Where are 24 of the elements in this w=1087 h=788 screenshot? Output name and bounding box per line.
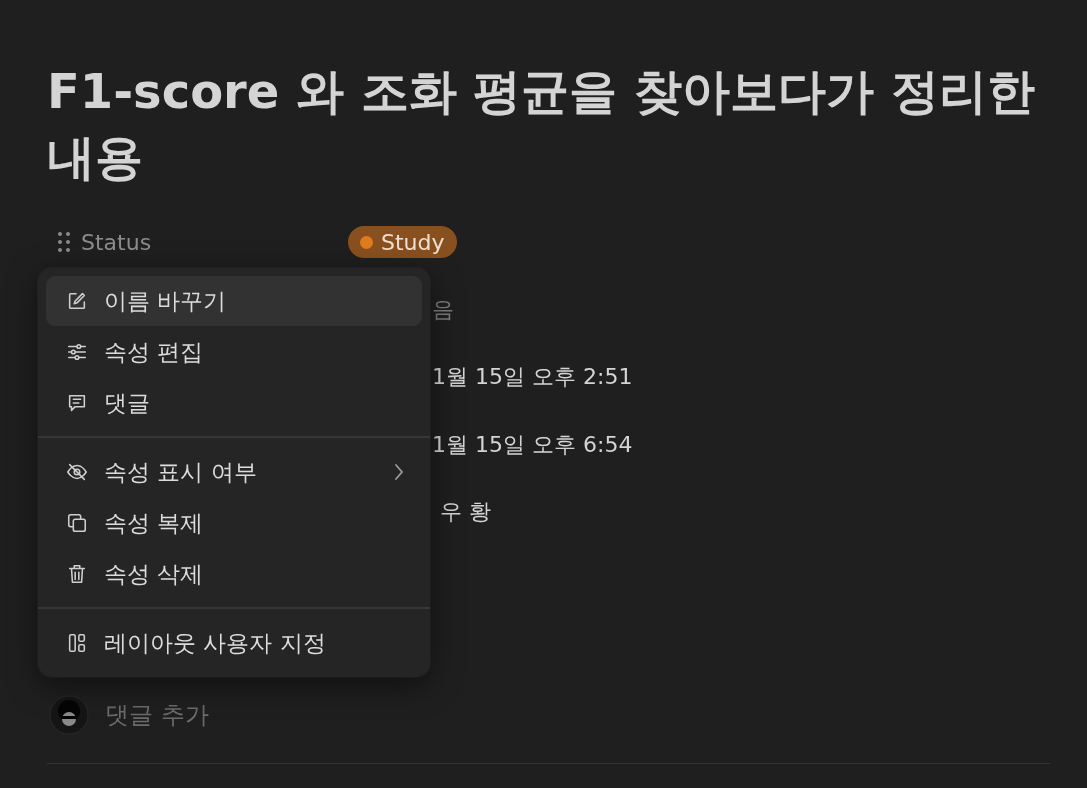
menu-item[interactable]: 속성 복제 (46, 498, 422, 548)
menu-item[interactable]: 속성 표시 여부 (46, 447, 422, 497)
eye-slash-icon (66, 461, 88, 483)
property-value[interactable]: 1월 15일 오후 6:54 (432, 429, 633, 460)
menu-item[interactable]: 속성 편집 (46, 327, 422, 377)
comment-icon (66, 392, 88, 414)
layout-icon (66, 632, 88, 654)
chevron-right-icon (393, 462, 405, 482)
menu-item[interactable]: 댓글 (46, 378, 422, 428)
edit-icon (66, 290, 88, 312)
trash-icon (66, 563, 88, 585)
duplicate-icon (66, 512, 88, 534)
avatar-icon (49, 695, 89, 735)
drag-handle-icon[interactable] (57, 231, 71, 253)
property-value[interactable]: 우 황 (440, 497, 491, 528)
sliders-icon (66, 341, 88, 363)
property-label[interactable]: Status (81, 229, 152, 255)
comment-field[interactable]: 댓글 추가 (105, 701, 505, 729)
menu-item[interactable]: 레이아웃 사용자 지정 (46, 618, 422, 668)
menu-item[interactable]: 속성 삭제 (46, 549, 422, 599)
page-title: F1-score 와 조화 평균을 찾아보다가 정리한 내용 (47, 62, 1036, 187)
property-value[interactable]: 1월 15일 오후 2:51 (432, 362, 633, 393)
status-tag[interactable]: Study (348, 226, 457, 258)
menu-item[interactable]: 이름 바꾸기 (46, 276, 422, 326)
